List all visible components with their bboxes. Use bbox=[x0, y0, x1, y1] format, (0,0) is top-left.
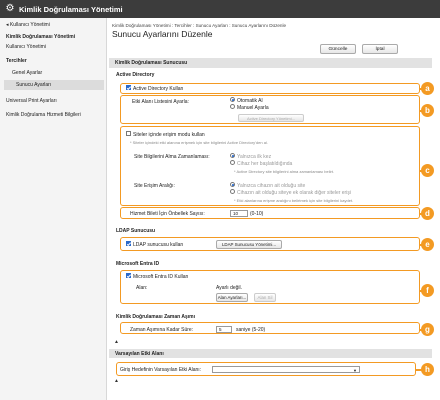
sidebar-item-server-settings[interactable]: Sunucu Ayarları bbox=[4, 80, 104, 90]
sidebar-section-auth: Kimlik Doğrulaması Yönetimi bbox=[6, 34, 76, 40]
callout-a: a bbox=[421, 82, 434, 95]
section-auth-timeout: Kimlik Doğrulaması Zaman Aşımı bbox=[116, 314, 196, 320]
callout-g: g bbox=[421, 323, 434, 336]
section-active-directory: Active Directory bbox=[116, 72, 155, 78]
back-link[interactable]: ◂ Kullanıcı Yönetimi bbox=[6, 22, 50, 28]
sidebar-item-general[interactable]: Genel Ayarlar bbox=[12, 70, 42, 76]
callout-h: h bbox=[421, 363, 434, 376]
update-button[interactable]: Güncelle bbox=[320, 44, 356, 54]
cancel-button[interactable]: İptal bbox=[362, 44, 398, 54]
callout-frame-c bbox=[120, 126, 420, 206]
sidebar-item-universal-print[interactable]: Universal Print Ayarları bbox=[6, 98, 57, 104]
callout-f: f bbox=[421, 284, 434, 297]
page-title: Sunucu Ayarlarını Düzenle bbox=[112, 29, 213, 39]
callout-d: d bbox=[421, 207, 434, 220]
collapse-icon[interactable]: ▲ bbox=[114, 339, 119, 345]
breadcrumb: Kimlik Doğrulaması Yönetimi : Tercihler … bbox=[112, 23, 287, 28]
back-link-label: Kullanıcı Yönetimi bbox=[9, 22, 50, 28]
callout-frame-f bbox=[120, 270, 420, 304]
sidebar-section-preferences: Tercihler bbox=[6, 58, 27, 64]
app-title: Kimlik Doğrulaması Yönetimi bbox=[19, 4, 123, 14]
section-default-domain: Varsayılan Etki Alanı bbox=[109, 349, 432, 358]
section-ldap: LDAP Sunucusu bbox=[116, 228, 156, 234]
callout-e: e bbox=[421, 238, 434, 251]
collapse-icon-2[interactable]: ▲ bbox=[114, 378, 119, 384]
section-auth-server: Kimlik Doğrulaması Sunucusu bbox=[109, 58, 432, 68]
callout-frame-a bbox=[120, 83, 420, 94]
callout-frame-h bbox=[116, 362, 416, 376]
callout-frame-e bbox=[120, 237, 420, 251]
title-bar: ⚙ Kimlik Doğrulaması Yönetimi bbox=[0, 0, 440, 18]
callout-frame-g bbox=[120, 322, 420, 334]
section-entra-id: Microsoft Entra ID bbox=[116, 261, 160, 267]
sidebar-item-service-info[interactable]: Kimlik Doğrulama Hizmeti Bilgileri bbox=[6, 112, 81, 118]
sidebar: ◂ Kullanıcı Yönetimi Kimlik Doğrulaması … bbox=[0, 18, 107, 400]
sidebar-item-user-management[interactable]: Kullanıcı Yönetimi bbox=[6, 44, 46, 50]
callout-c: c bbox=[421, 164, 434, 177]
callout-b: b bbox=[421, 104, 434, 117]
gear-icon: ⚙ bbox=[5, 3, 15, 14]
callout-frame-d bbox=[120, 207, 420, 219]
callout-frame-b bbox=[120, 95, 420, 124]
main-content: Kimlik Doğrulaması Yönetimi : Tercihler … bbox=[106, 18, 440, 400]
